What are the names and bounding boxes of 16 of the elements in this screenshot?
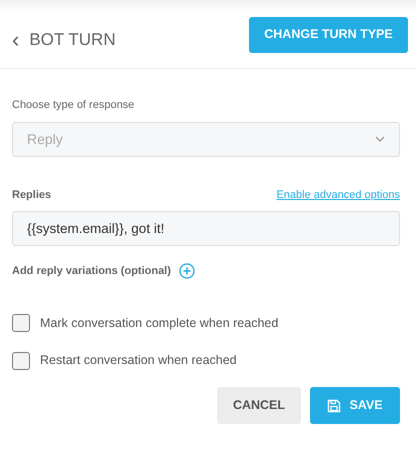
back-icon[interactable]: ‹ — [12, 29, 20, 51]
save-button[interactable]: SAVE — [310, 387, 400, 424]
chevron-down-icon — [375, 136, 385, 142]
field-label: Replies — [12, 188, 52, 202]
checkbox-label: Mark conversation complete when reached — [40, 314, 278, 332]
add-variations-label: Add reply variations (optional) — [12, 264, 171, 279]
checkbox[interactable] — [12, 314, 30, 332]
checkbox-label: Restart conversation when reached — [40, 352, 237, 370]
add-icon[interactable] — [178, 263, 195, 280]
change-turn-type-button[interactable]: CHANGE TURN TYPE — [249, 16, 408, 52]
checkbox[interactable] — [12, 352, 30, 370]
advanced-options-link[interactable]: Enable advanced options — [276, 186, 400, 203]
reply-input[interactable]: {{system.email}}, got it! — [12, 211, 400, 246]
cancel-button[interactable]: CANCEL — [217, 387, 301, 424]
page-title: BOT TURN — [29, 29, 116, 52]
field-label: Choose type of response — [12, 98, 136, 113]
